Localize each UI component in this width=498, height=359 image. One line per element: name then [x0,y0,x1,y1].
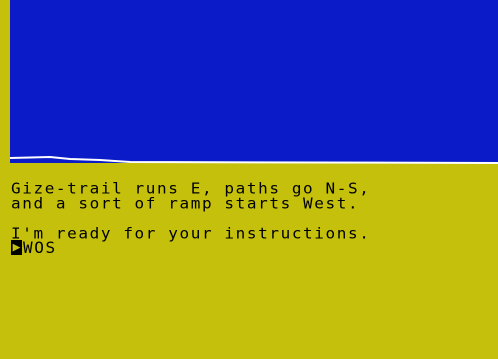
game-screen: Gize-trail runs E, paths go N-S, and a s… [0,0,498,359]
command-prompt-row[interactable]: ▶ WOS [11,240,57,256]
horizon-line [10,155,498,164]
location-description-line-2: and a sort of ramp starts West. [11,194,360,213]
prompt-cursor-icon: ▶ [11,240,22,255]
sky-area [10,0,498,163]
command-input[interactable]: WOS [23,240,57,256]
horizon-ridge [10,155,498,164]
ready-prompt-message: I'm ready for your instructions. [11,224,371,243]
